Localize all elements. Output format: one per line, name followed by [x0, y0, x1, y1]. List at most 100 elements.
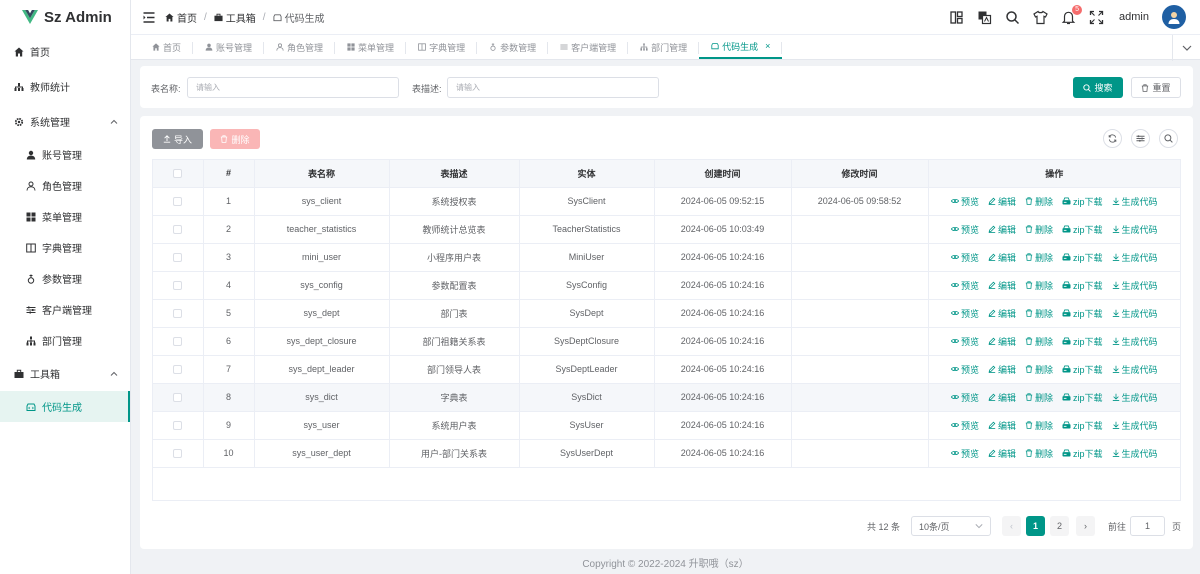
search-icon[interactable] [1005, 10, 1020, 25]
row-checkbox[interactable] [173, 393, 183, 403]
delete-link[interactable]: 删除 [1025, 195, 1053, 208]
preview-link[interactable]: 预览 [950, 335, 979, 348]
tab-close-icon[interactable]: × [765, 41, 770, 51]
zip-download-link[interactable]: zip下载 [1062, 251, 1103, 264]
sidebar-item-home[interactable]: 首页 [0, 34, 130, 69]
tab-account[interactable]: 账号管理 [193, 35, 265, 59]
delete-link[interactable]: 删除 [1025, 223, 1053, 236]
zip-download-link[interactable]: zip下载 [1062, 391, 1103, 404]
row-checkbox[interactable] [173, 197, 183, 207]
tabs-more-button[interactable] [1172, 35, 1200, 61]
sidebar-item-menu[interactable]: 菜单管理 [0, 201, 130, 232]
theme-shirt-icon[interactable] [1033, 10, 1048, 25]
edit-link[interactable]: 编辑 [988, 251, 1016, 264]
preview-link[interactable]: 预览 [950, 251, 979, 264]
table-row[interactable]: 9 sys_user 系统用户表 SysUser 2024-06-05 10:24:16… [153, 411, 1180, 440]
sidebar-item-account[interactable]: 账号管理 [0, 139, 130, 170]
select-all-checkbox[interactable] [173, 169, 183, 179]
edit-link[interactable]: 编辑 [988, 307, 1016, 320]
column-settings-button[interactable] [1131, 129, 1150, 148]
menu-toggle-icon[interactable] [143, 11, 155, 23]
tab-client[interactable]: 客户端管理 [548, 35, 629, 59]
edit-link[interactable]: 编辑 [988, 447, 1016, 460]
row-checkbox[interactable] [173, 365, 183, 375]
table-row[interactable]: 6 sys_dept_closure 部门祖籍关系表 SysDeptClosure 20… [153, 327, 1180, 356]
edit-link[interactable]: 编辑 [988, 223, 1016, 236]
row-checkbox[interactable] [173, 309, 183, 319]
search-button[interactable]: 搜索 [1073, 77, 1123, 98]
generate-code-link[interactable]: 生成代码 [1112, 195, 1158, 208]
sidebar-item-system[interactable]: 系统管理 [0, 104, 130, 139]
table-row[interactable]: 1 sys_client 系统授权表 SysClient 2024-06-05 09:5… [153, 187, 1180, 216]
edit-link[interactable]: 编辑 [988, 335, 1016, 348]
edit-link[interactable]: 编辑 [988, 419, 1016, 432]
row-checkbox[interactable] [173, 225, 183, 235]
notification-bell[interactable]: 5 [1061, 4, 1083, 25]
reset-button[interactable]: 重置 [1131, 77, 1181, 98]
layout-icon[interactable] [949, 10, 964, 25]
delete-link[interactable]: 删除 [1025, 279, 1053, 292]
tab-role[interactable]: 角色管理 [264, 35, 336, 59]
edit-link[interactable]: 编辑 [988, 363, 1016, 376]
table-row[interactable]: 8 sys_dict 字典表 SysDict 2024-06-05 10:24:16 预览… [153, 383, 1180, 412]
breadcrumb-item-home[interactable]: 首页 [165, 10, 197, 25]
delete-link[interactable]: 删除 [1025, 391, 1053, 404]
edit-link[interactable]: 编辑 [988, 279, 1016, 292]
zip-download-link[interactable]: zip下载 [1062, 195, 1103, 208]
generate-code-link[interactable]: 生成代码 [1112, 335, 1158, 348]
row-checkbox[interactable] [173, 253, 183, 263]
generate-code-link[interactable]: 生成代码 [1112, 307, 1158, 320]
translate-icon[interactable] [977, 10, 992, 25]
zip-download-link[interactable]: zip下载 [1062, 335, 1103, 348]
edit-link[interactable]: 编辑 [988, 391, 1016, 404]
table-name-input[interactable]: 请输入 [187, 77, 399, 98]
generate-code-link[interactable]: 生成代码 [1112, 279, 1158, 292]
app-logo[interactable]: Sz Admin [0, 0, 130, 34]
table-row[interactable]: 2 teacher_statistics 教师统计总览表 TeacherStatist… [153, 215, 1180, 244]
sidebar-item-teacher-stats[interactable]: 教师统计 [0, 69, 130, 104]
goto-page-input[interactable]: 1 [1130, 516, 1165, 536]
preview-link[interactable]: 预览 [950, 447, 979, 460]
delete-link[interactable]: 删除 [1025, 447, 1053, 460]
preview-link[interactable]: 预览 [950, 363, 979, 376]
preview-link[interactable]: 预览 [950, 195, 979, 208]
zip-download-link[interactable]: zip下载 [1062, 419, 1103, 432]
preview-link[interactable]: 预览 [950, 419, 979, 432]
preview-link[interactable]: 预览 [950, 391, 979, 404]
delete-link[interactable]: 删除 [1025, 251, 1053, 264]
tab-code-gen[interactable]: 代码生成 × [699, 35, 783, 59]
sidebar-item-code-gen[interactable]: 代码生成 [0, 391, 130, 422]
row-checkbox[interactable] [173, 281, 183, 291]
table-row[interactable]: 4 sys_config 参数配置表 SysConfig 2024-06-05 10:2… [153, 271, 1180, 300]
avatar[interactable] [1162, 5, 1186, 29]
table-row[interactable]: 10 sys_user_dept 用户-部门关系表 SysUserDept 2024-0… [153, 439, 1180, 468]
generate-code-link[interactable]: 生成代码 [1112, 363, 1158, 376]
delete-link[interactable]: 删除 [1025, 363, 1053, 376]
delete-link[interactable]: 删除 [1025, 419, 1053, 432]
generate-code-link[interactable]: 生成代码 [1112, 447, 1158, 460]
sidebar-item-dept[interactable]: 部门管理 [0, 325, 130, 356]
generate-code-link[interactable]: 生成代码 [1112, 223, 1158, 236]
refresh-button[interactable] [1103, 129, 1122, 148]
row-checkbox[interactable] [173, 449, 183, 459]
tab-dict[interactable]: 字典管理 [406, 35, 478, 59]
table-desc-input[interactable]: 请输入 [447, 77, 659, 98]
preview-link[interactable]: 预览 [950, 279, 979, 292]
delete-link[interactable]: 删除 [1025, 335, 1053, 348]
table-row[interactable]: 5 sys_dept 部门表 SysDept 2024-06-05 10:24:16 预览… [153, 299, 1180, 328]
breadcrumb-item-toolbox[interactable]: 工具箱 [214, 10, 256, 25]
generate-code-link[interactable]: 生成代码 [1112, 251, 1158, 264]
username[interactable]: admin [1119, 11, 1149, 23]
delete-link[interactable]: 删除 [1025, 307, 1053, 320]
sidebar-item-dict[interactable]: 字典管理 [0, 232, 130, 263]
fullscreen-icon[interactable] [1089, 10, 1104, 25]
preview-link[interactable]: 预览 [950, 223, 979, 236]
zip-download-link[interactable]: zip下载 [1062, 307, 1103, 320]
sidebar-item-param[interactable]: 参数管理 [0, 263, 130, 294]
tab-dept[interactable]: 部门管理 [628, 35, 700, 59]
import-button[interactable]: 导入 [152, 129, 203, 149]
preview-link[interactable]: 预览 [950, 307, 979, 320]
generate-code-link[interactable]: 生成代码 [1112, 391, 1158, 404]
row-checkbox[interactable] [173, 337, 183, 347]
row-checkbox[interactable] [173, 421, 183, 431]
